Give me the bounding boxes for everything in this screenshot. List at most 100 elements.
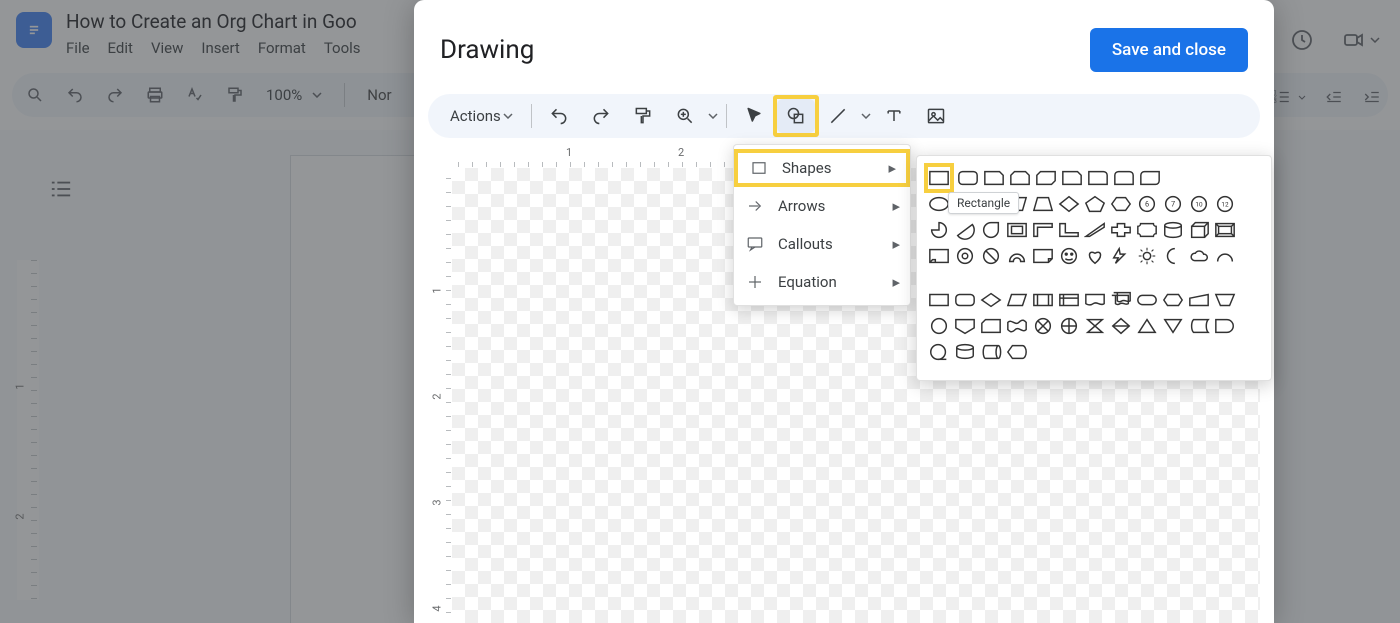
shape-heart[interactable] — [1083, 244, 1107, 268]
equation-plus-icon — [746, 273, 764, 291]
shape-snip-same[interactable] — [1008, 166, 1032, 190]
shape-block-arc[interactable] — [1005, 244, 1029, 268]
shape-pie[interactable] — [927, 218, 951, 242]
select-tool[interactable] — [735, 99, 773, 133]
shape-fc-sum-junction[interactable] — [1031, 314, 1055, 338]
shape-round-diag[interactable] — [1138, 166, 1162, 190]
image-button[interactable] — [917, 99, 955, 133]
shape-no-symbol[interactable] — [979, 244, 1003, 268]
text-box-button[interactable] — [875, 99, 913, 133]
shape-fc-or[interactable] — [1057, 314, 1081, 338]
shape-fc-magnetic-disk[interactable] — [953, 340, 977, 364]
shape-fc-manual-op[interactable] — [1213, 288, 1237, 312]
separator — [726, 104, 727, 128]
shape-rectangle[interactable] — [924, 163, 954, 193]
save-and-close-button[interactable]: Save and close — [1090, 28, 1248, 72]
caret-down-icon[interactable] — [861, 113, 871, 119]
shape-fc-direct-access[interactable] — [979, 340, 1003, 364]
shape-menu-arrows[interactable]: Arrows ▸ — [734, 187, 910, 225]
menu-item-label: Equation — [778, 273, 837, 291]
shape-hexagon[interactable] — [1109, 192, 1133, 216]
shape-round-rect[interactable] — [956, 166, 980, 190]
shape-fc-prep[interactable] — [1161, 288, 1185, 312]
shape-fc-internal[interactable] — [1057, 288, 1081, 312]
shape-half-frame[interactable] — [1031, 218, 1055, 242]
shape-heptagon[interactable]: 6 — [1135, 192, 1159, 216]
canvas-vertical-ruler: 1 2 3 4 — [428, 168, 452, 623]
shape-fc-decision[interactable] — [979, 288, 1003, 312]
redo-button[interactable] — [582, 99, 620, 133]
shape-fc-document[interactable] — [1083, 288, 1107, 312]
line-tool-button[interactable] — [819, 99, 857, 133]
shape-l-shape[interactable] — [1057, 218, 1081, 242]
caret-down-icon[interactable] — [708, 113, 718, 119]
shape-plaque[interactable] — [1135, 218, 1159, 242]
shape-diamond[interactable] — [1057, 192, 1081, 216]
shape-snip-round[interactable] — [1060, 166, 1084, 190]
shape-fc-manual-input[interactable] — [1187, 288, 1211, 312]
undo-button[interactable] — [540, 99, 578, 133]
shape-snip-diag[interactable] — [1034, 166, 1058, 190]
shape-round-single[interactable] — [1086, 166, 1110, 190]
shape-cross[interactable] — [1109, 218, 1133, 242]
shape-diagonal-stripe[interactable] — [1083, 218, 1107, 242]
shape-fc-offpage2[interactable] — [1031, 340, 1055, 364]
shape-tool-button[interactable] — [777, 99, 815, 133]
paint-format-button[interactable] — [624, 99, 662, 133]
rectangle-outline-icon — [750, 159, 768, 177]
shape-fc-data[interactable] — [1005, 288, 1029, 312]
shape-snip-single[interactable] — [982, 166, 1006, 190]
shape-chord[interactable] — [953, 218, 977, 242]
shape-dodecagon[interactable]: 12 — [1213, 192, 1237, 216]
shape-fc-delay[interactable] — [1213, 314, 1237, 338]
shape-fc-process[interactable] — [927, 288, 951, 312]
shape-fc-tape[interactable] — [1005, 314, 1029, 338]
caret-down-icon — [503, 113, 513, 119]
shape-round-same[interactable] — [1112, 166, 1136, 190]
shape-trapezoid[interactable] — [1031, 192, 1055, 216]
shape-bevel[interactable] — [1213, 218, 1237, 242]
dialog-title: Drawing — [440, 35, 1090, 65]
shape-fc-collate[interactable] — [1083, 314, 1107, 338]
shape-decagon[interactable]: 10 — [1187, 192, 1211, 216]
menu-item-label: Callouts — [778, 235, 833, 253]
shape-fc-seq-storage[interactable] — [927, 340, 951, 364]
shape-category-menu: Shapes ▸ Arrows ▸ Callouts ▸ Equation ▸ — [733, 144, 911, 306]
shape-fc-sort[interactable] — [1109, 314, 1133, 338]
shape-menu-callouts[interactable]: Callouts ▸ — [734, 225, 910, 263]
shapes-palette: 6 7 10 12 — [916, 155, 1272, 381]
shape-arc[interactable] — [1213, 244, 1237, 268]
shape-fc-card[interactable] — [979, 314, 1003, 338]
shape-folded-note[interactable] — [1031, 244, 1055, 268]
shape-fc-merge[interactable] — [1161, 314, 1185, 338]
shape-pentagon[interactable] — [1083, 192, 1107, 216]
zoom-button[interactable] — [666, 99, 704, 133]
callout-icon — [746, 235, 764, 253]
shape-fc-predef[interactable] — [1031, 288, 1055, 312]
shape-smiley[interactable] — [1057, 244, 1081, 268]
shape-fc-stored[interactable] — [1187, 314, 1211, 338]
actions-menu-button[interactable]: Actions — [440, 99, 523, 133]
shape-fc-alt-process[interactable] — [953, 288, 977, 312]
shape-fc-display[interactable] — [1005, 340, 1029, 364]
shape-fc-connector[interactable] — [927, 314, 951, 338]
shape-menu-equation[interactable]: Equation ▸ — [734, 263, 910, 301]
shape-can[interactable] — [1161, 218, 1185, 242]
shape-octagon[interactable]: 7 — [1161, 192, 1185, 216]
shape-folded-corner[interactable] — [927, 244, 951, 268]
shape-cube[interactable] — [1187, 218, 1211, 242]
shape-sun[interactable] — [1135, 244, 1159, 268]
shape-fc-extract[interactable] — [1135, 314, 1159, 338]
shape-lightning[interactable] — [1109, 244, 1133, 268]
shape-fc-terminator[interactable] — [1135, 288, 1159, 312]
shape-moon[interactable] — [1161, 244, 1185, 268]
shape-menu-shapes[interactable]: Shapes ▸ — [734, 149, 910, 187]
shape-fc-multidoc[interactable] — [1109, 288, 1133, 312]
shape-donut[interactable] — [953, 244, 977, 268]
shape-frame[interactable] — [1005, 218, 1029, 242]
shape-cloud[interactable] — [1187, 244, 1211, 268]
menu-item-label: Shapes — [782, 159, 831, 177]
svg-text:12: 12 — [1221, 201, 1229, 209]
shape-fc-offpage[interactable] — [953, 314, 977, 338]
shape-teardrop[interactable] — [979, 218, 1003, 242]
